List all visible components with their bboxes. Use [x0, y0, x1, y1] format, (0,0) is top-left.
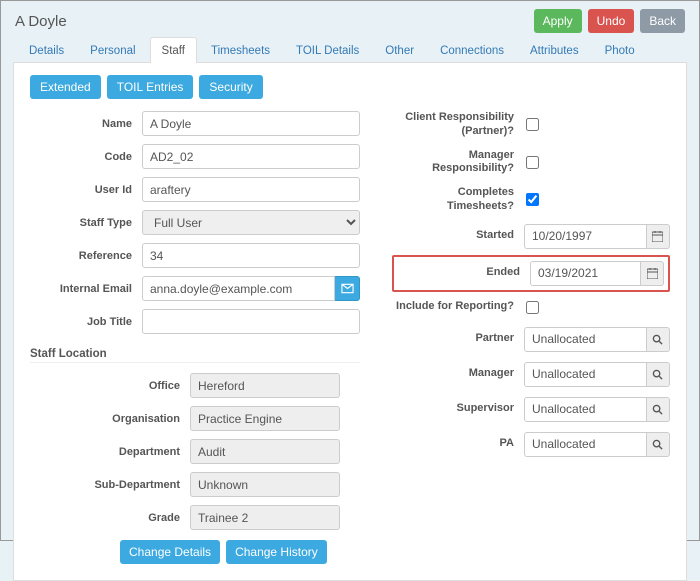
change-history-button[interactable]: Change History: [226, 540, 327, 564]
tab-staff[interactable]: Staff: [150, 37, 197, 63]
label-organisation: Organisation: [30, 413, 190, 425]
name-input[interactable]: [142, 111, 360, 136]
label-include-reporting: Include for Reporting?: [392, 300, 524, 314]
back-button[interactable]: Back: [640, 9, 685, 33]
label-client-resp: Client Responsibility (Partner)?: [392, 111, 524, 139]
staff-type-select[interactable]: Full User: [142, 210, 360, 235]
label-started: Started: [392, 229, 524, 243]
organisation-input: [190, 406, 340, 431]
subtab-extended[interactable]: Extended: [30, 75, 101, 99]
main-tabs: Details Personal Staff Timesheets TOIL D…: [1, 37, 699, 63]
completes-ts-checkbox[interactable]: [526, 193, 539, 206]
code-input[interactable]: [142, 144, 360, 169]
reference-input[interactable]: [142, 243, 360, 268]
include-reporting-checkbox[interactable]: [526, 301, 539, 314]
label-department: Department: [30, 446, 190, 458]
calendar-icon[interactable]: [647, 224, 670, 249]
search-icon[interactable]: [647, 397, 670, 422]
search-icon[interactable]: [647, 432, 670, 457]
sub-tab-row: Extended TOIL Entries Security: [30, 75, 670, 99]
label-internal-email: Internal Email: [30, 283, 142, 295]
calendar-icon[interactable]: [641, 261, 664, 286]
apply-button[interactable]: Apply: [534, 9, 582, 33]
right-column: Client Responsibility (Partner)? Manager…: [392, 111, 670, 564]
internal-email-input[interactable]: [142, 276, 335, 301]
label-manager-resp: Manager Responsibility?: [392, 149, 524, 177]
user-id-input[interactable]: [142, 177, 360, 202]
tab-timesheets[interactable]: Timesheets: [199, 37, 282, 63]
manager-input[interactable]: [524, 362, 647, 387]
undo-button[interactable]: Undo: [588, 9, 635, 33]
label-manager: Manager: [392, 367, 524, 381]
tab-attributes[interactable]: Attributes: [518, 37, 591, 63]
search-icon[interactable]: [647, 362, 670, 387]
label-supervisor: Supervisor: [392, 402, 524, 416]
change-details-button[interactable]: Change Details: [120, 540, 220, 564]
department-input: [190, 439, 340, 464]
label-staff-type: Staff Type: [30, 217, 142, 229]
label-user-id: User Id: [30, 184, 142, 196]
sub-department-input: [190, 472, 340, 497]
label-code: Code: [30, 151, 142, 163]
tab-photo[interactable]: Photo: [593, 37, 647, 63]
label-partner: Partner: [392, 332, 524, 346]
left-column: Name Code User Id Staff Type Full User: [30, 111, 360, 564]
office-input: [190, 373, 340, 398]
subtab-security[interactable]: Security: [199, 75, 262, 99]
label-name: Name: [30, 118, 142, 130]
manager-resp-checkbox[interactable]: [526, 156, 539, 169]
label-grade: Grade: [30, 512, 190, 524]
tab-details[interactable]: Details: [17, 37, 76, 63]
tab-connections[interactable]: Connections: [428, 37, 516, 63]
label-sub-department: Sub-Department: [30, 479, 190, 491]
pa-input[interactable]: [524, 432, 647, 457]
page-title: A Doyle: [15, 13, 528, 30]
search-icon[interactable]: [647, 327, 670, 352]
label-office: Office: [30, 380, 190, 392]
label-pa: PA: [392, 437, 524, 451]
partner-input[interactable]: [524, 327, 647, 352]
supervisor-input[interactable]: [524, 397, 647, 422]
staff-panel: Extended TOIL Entries Security Name Code…: [13, 62, 687, 581]
staff-location-header: Staff Location: [30, 342, 360, 363]
page-header: A Doyle Apply Undo Back: [1, 1, 699, 37]
tab-toil-details[interactable]: TOIL Details: [284, 37, 371, 63]
label-completes-ts: Completes Timesheets?: [392, 186, 524, 214]
tab-personal[interactable]: Personal: [78, 37, 147, 63]
client-resp-checkbox[interactable]: [526, 118, 539, 131]
grade-input: [190, 505, 340, 530]
label-job-title: Job Title: [30, 316, 142, 328]
email-icon[interactable]: [335, 276, 360, 301]
label-reference: Reference: [30, 250, 142, 262]
ended-highlight: Ended: [392, 255, 670, 292]
started-input[interactable]: [524, 224, 647, 249]
ended-input[interactable]: [530, 261, 641, 286]
tab-other[interactable]: Other: [373, 37, 426, 63]
label-ended: Ended: [398, 266, 530, 280]
job-title-input[interactable]: [142, 309, 360, 334]
subtab-toil-entries[interactable]: TOIL Entries: [107, 75, 194, 99]
